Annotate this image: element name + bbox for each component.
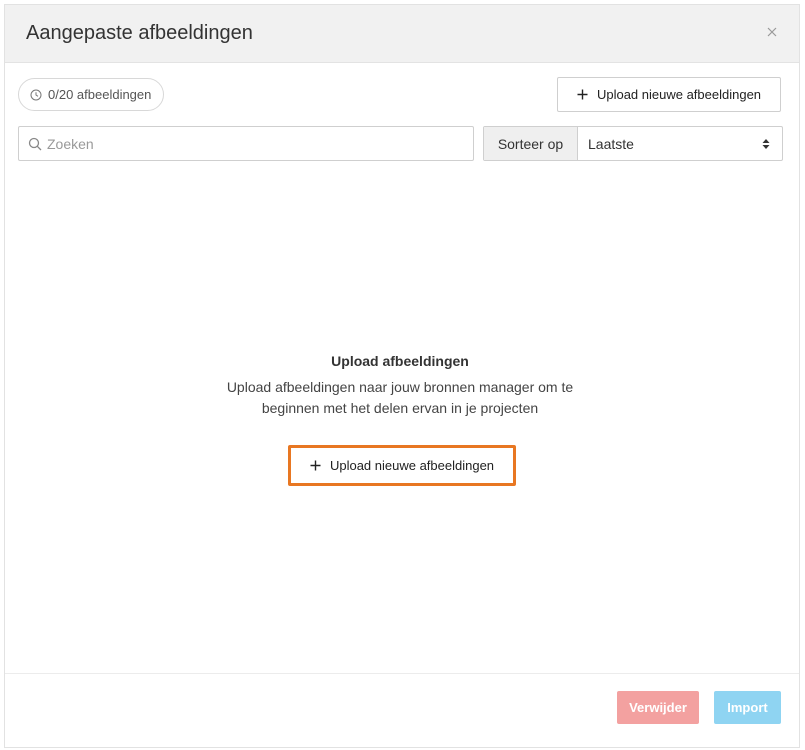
delete-button[interactable]: Verwijder [617, 691, 699, 724]
image-count-badge: 0/20 afbeeldingen [18, 78, 165, 111]
empty-state-title: Upload afbeeldingen [331, 353, 469, 369]
empty-state-text: Upload afbeeldingen naar jouw bronnen ma… [205, 377, 595, 419]
empty-state: Upload afbeeldingen Upload afbeeldingen … [5, 353, 795, 419]
modal-footer: Verwijder Import [5, 673, 799, 749]
sort-select[interactable]: Laatste [578, 127, 782, 160]
upload-button-label: Upload nieuwe afbeeldingen [596, 87, 762, 102]
plus-icon [577, 89, 588, 100]
search-icon [28, 137, 42, 150]
search-input[interactable] [47, 135, 447, 152]
search-field[interactable] [18, 126, 474, 161]
clock-icon [30, 89, 42, 100]
image-count-label: 0/20 afbeeldingen [48, 87, 152, 102]
sort-label: Sorteer op [484, 127, 578, 160]
import-button[interactable]: Import [714, 691, 781, 724]
empty-state-text-content: Upload afbeeldingen naar jouw bronnen ma… [226, 379, 574, 416]
sort-control: Sorteer op Laatste [483, 126, 783, 161]
close-icon[interactable] [765, 25, 779, 39]
upload-new-images-button[interactable]: Upload nieuwe afbeeldingen [557, 77, 781, 112]
modal-header: Aangepaste afbeeldingen [5, 5, 799, 63]
sort-arrows-icon [762, 138, 770, 149]
upload-new-images-center-button[interactable]: Upload nieuwe afbeeldingen [288, 445, 516, 486]
modal-title: Aangepaste afbeeldingen [26, 22, 253, 44]
upload-center-button-label: Upload nieuwe afbeeldingen [329, 458, 495, 473]
sort-selected-value: Laatste [588, 135, 634, 152]
plus-icon [310, 460, 321, 471]
custom-images-modal: Aangepaste afbeeldingen 0/20 afbeeldinge… [4, 4, 800, 748]
